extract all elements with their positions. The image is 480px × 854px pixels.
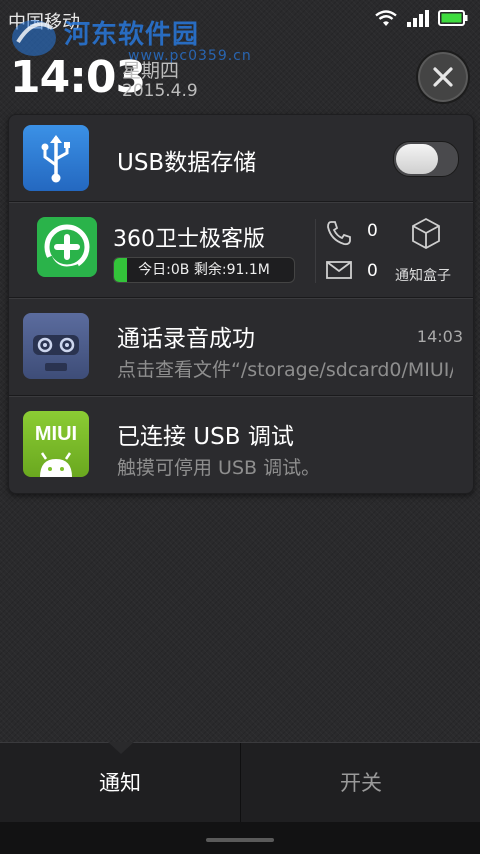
signal-icon: [407, 10, 429, 27]
guard-title: 360卫士极客版: [113, 227, 265, 252]
close-button[interactable]: [416, 50, 470, 104]
phone-icon[interactable]: [325, 219, 353, 247]
carrier-label: 中国移动: [8, 12, 80, 33]
status-icons: [374, 9, 468, 27]
miui-app-icon: MIUI: [23, 411, 89, 477]
mail-icon[interactable]: [325, 259, 353, 281]
tab-toggles[interactable]: 开关: [241, 743, 480, 823]
recording-notification[interactable]: 通话录音成功 14:03 点击查看文件“/storage/sdcard0/MIU…: [9, 299, 473, 395]
wifi-icon: [375, 10, 397, 26]
android-icon: [40, 452, 72, 477]
recorder-app-icon: [23, 313, 89, 379]
unread-messages-count: 0: [367, 261, 378, 281]
box-icon[interactable]: [411, 217, 441, 249]
usb-debug-subtitle: 触摸可停用 USB 调试。: [117, 457, 321, 479]
tab-notifications[interactable]: 通知: [0, 743, 240, 823]
usb-storage-toggle[interactable]: [393, 141, 459, 177]
date: 2015.4.9: [122, 81, 198, 101]
guard-app-icon: [37, 217, 97, 277]
missed-calls-count: 0: [367, 221, 378, 241]
notification-box-label[interactable]: 通知盒子: [395, 265, 451, 285]
memory-text: 今日:0B 剩余:91.1M: [138, 262, 270, 278]
usb-storage-notification[interactable]: USB数据存储: [9, 115, 473, 201]
notification-header: 14:03 星期四 2015.4.9: [0, 40, 480, 108]
guard-notification[interactable]: 360卫士极客版 今日:0B 剩余:91.1M 0 0 通知盒子: [9, 203, 473, 297]
usb-app-icon: [23, 125, 89, 191]
close-icon: [433, 67, 453, 87]
miui-logo-text: MIUI: [34, 423, 78, 445]
recording-time: 14:03: [416, 327, 463, 346]
recording-subtitle: 点击查看文件“/storage/sdcard0/MIUI/sound_recor…: [117, 359, 453, 381]
notification-list: USB数据存储 360卫士极客版 今日:0B 剩余:91.1M 0 0 通知盒子…: [8, 114, 474, 494]
recording-title: 通话录音成功: [117, 326, 255, 352]
memory-bar: 今日:0B 剩余:91.1M: [113, 257, 295, 283]
usb-debug-title: 已连接 USB 调试: [117, 424, 294, 450]
cassette-icon: [33, 335, 79, 371]
divider: [315, 219, 316, 283]
usb-storage-title: USB数据存储: [117, 150, 257, 176]
drag-handle[interactable]: [206, 838, 274, 842]
guard-shield-icon: [44, 224, 90, 273]
weekday: 星期四: [122, 60, 180, 82]
toggle-knob: [396, 144, 438, 174]
usb-debug-notification[interactable]: MIUI 已连接 USB 调试 触摸可停用 USB 调试。: [9, 397, 473, 493]
usb-icon: [41, 135, 70, 183]
tab-bar: 通知 开关: [0, 742, 480, 823]
battery-icon: [438, 10, 468, 26]
status-bar: 中国移动: [0, 0, 480, 38]
